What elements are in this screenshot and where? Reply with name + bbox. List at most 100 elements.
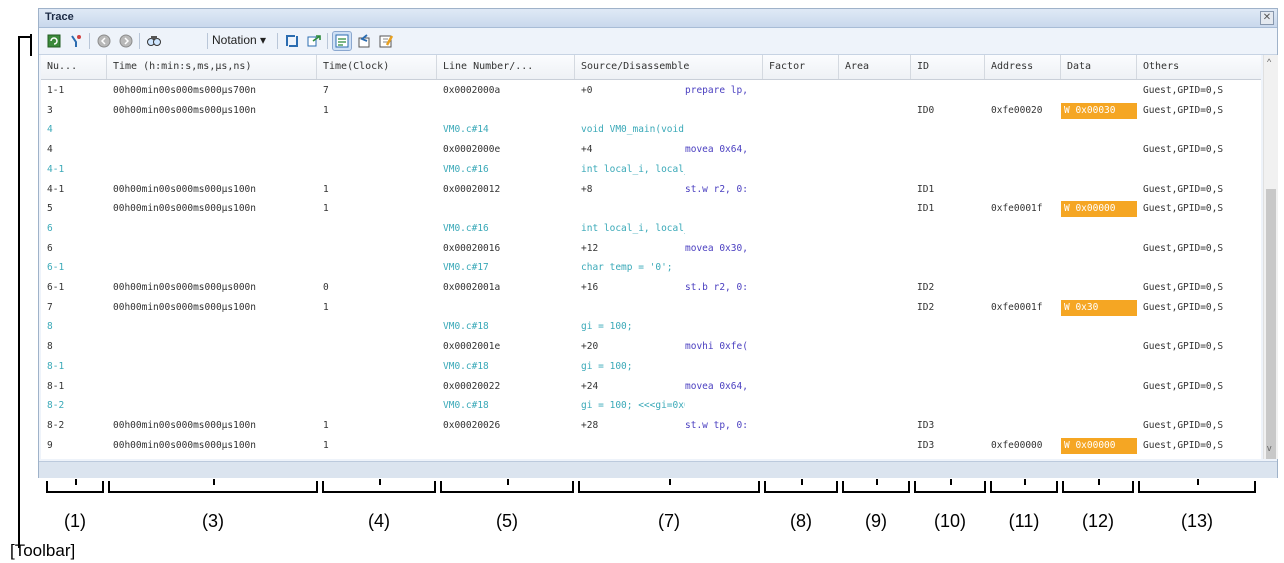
- cell-src: +16: [581, 282, 599, 293]
- column-header[interactable]: Area: [839, 55, 911, 79]
- table-row[interactable]: 8-1 0x00020022 +24 Guest,GPID=0,S movea 0x64…: [41, 379, 1261, 395]
- cell-no: 6-1: [47, 262, 65, 274]
- cell-clock: [317, 142, 437, 158]
- cell-time: [107, 260, 317, 276]
- cell-clock: [317, 241, 437, 257]
- cell-id: [911, 142, 985, 158]
- cell-time: 00h00min00s000ms000µs100n: [113, 419, 256, 431]
- table-row[interactable]: 8-2 00h00min00s000ms000µs100n 1 0x00020026 +…: [41, 418, 1261, 434]
- table-row[interactable]: 6 0x00020016 +12 Guest,GPID=0,S movea 0x30,: [41, 241, 1261, 257]
- scroll-up-icon[interactable]: ^: [1267, 57, 1271, 67]
- cell-addr: [985, 182, 1061, 198]
- column-header[interactable]: Source/Disassemble: [575, 55, 763, 79]
- table-row[interactable]: 4 VM0.c#14 void VM0_main(void): [41, 122, 1261, 138]
- column-annotation-label: (11): [1008, 511, 1040, 531]
- table-row[interactable]: 8-1 VM0.c#18 gi = 100;: [41, 359, 1261, 375]
- cell-data: [1061, 359, 1137, 375]
- table-row[interactable]: 6 VM0.c#16 int local_i, local_j =: [41, 221, 1261, 237]
- cell-addr: [985, 339, 1061, 355]
- cell-others: Guest,GPID=0,S: [1143, 144, 1224, 156]
- table-row[interactable]: 8 VM0.c#18 gi = 100;: [41, 319, 1261, 335]
- column-annotation-label: (13): [1180, 511, 1213, 531]
- table-row[interactable]: 9 00h00min00s000ms000µs100n 1 ID3 0xfe00000 W…: [41, 437, 1261, 454]
- column-annotation-label: (3): [202, 511, 224, 531]
- cell-addr: [985, 162, 1061, 178]
- cell-addr: 0xfe00020: [991, 104, 1043, 116]
- close-icon[interactable]: ✕: [1260, 11, 1274, 25]
- filter-icon[interactable]: [67, 32, 85, 50]
- vertical-scrollbar[interactable]: ^ v: [1263, 55, 1278, 459]
- column-header[interactable]: Time(Clock): [317, 55, 437, 79]
- cell-clock: 1: [323, 419, 329, 431]
- table-row[interactable]: 5 00h00min00s000ms000µs100n 1 ID1 0xfe0001f W…: [41, 201, 1261, 218]
- cell-others: [1137, 398, 1261, 414]
- cell-data: [1061, 241, 1137, 257]
- panel-title: Trace: [45, 11, 74, 23]
- table-row[interactable]: 4-1 00h00min00s000ms000µs100n 1 0x00020012 +…: [41, 182, 1261, 198]
- cell-time: [107, 221, 317, 237]
- cell-line: VM0.c#14: [443, 124, 489, 136]
- cell-clock: [317, 359, 437, 375]
- table-row[interactable]: 4 0x0002000e +4 Guest,GPID=0,S movea 0x64,: [41, 142, 1261, 158]
- table-row[interactable]: 8-2 VM0.c#18 gi = 100; <<<gi=0x0000(: [41, 398, 1261, 414]
- cell-clock: [317, 339, 437, 355]
- cell-id: [911, 122, 985, 138]
- table-row[interactable]: 6-1 00h00min00s000ms000µs000n 0 0x0002001a +…: [41, 280, 1261, 296]
- cell-src: gi = 100;: [581, 321, 633, 333]
- cell-src: +0: [581, 85, 593, 96]
- table-row[interactable]: 4-1 VM0.c#16 int local_i, local_j =: [41, 162, 1261, 178]
- table-row[interactable]: 7 00h00min00s000ms000µs100n 1 ID2 0xfe0001f W…: [41, 299, 1261, 316]
- table-row[interactable]: 6-1 VM0.c#17 char temp = '0';: [41, 260, 1261, 276]
- column-header[interactable]: Data: [1061, 55, 1137, 79]
- refresh-icon[interactable]: [45, 32, 63, 50]
- cell-time: 00h00min00s000ms000µs100n: [113, 203, 256, 215]
- cell-id: [911, 398, 985, 414]
- table-row[interactable]: 1-1 00h00min00s000ms000µs700n 7 0x0002000a +…: [41, 83, 1261, 99]
- column-annotation-label: (1): [64, 511, 86, 531]
- mixed-display-icon[interactable]: [332, 31, 352, 51]
- cell-id: ID3: [917, 439, 935, 451]
- column-header[interactable]: Others: [1137, 55, 1261, 79]
- find-icon[interactable]: [145, 32, 163, 50]
- column-header[interactable]: Line Number/...: [437, 55, 575, 79]
- column-header[interactable]: Address: [985, 55, 1061, 79]
- cell-data: [1061, 398, 1137, 414]
- cell-clock: 1: [323, 439, 329, 451]
- column-annotation-label: (5): [496, 511, 518, 531]
- cell-no: 8: [47, 321, 53, 333]
- column-brace: [764, 479, 838, 493]
- cell-data: [1061, 339, 1137, 355]
- link-icon[interactable]: [305, 32, 323, 50]
- cell-others: [1137, 221, 1261, 237]
- column-header[interactable]: Time (h:min:s,ms,µs,ns): [107, 55, 317, 79]
- sync-icon[interactable]: [283, 32, 301, 50]
- table-row[interactable]: 8 0x0002001e +20 Guest,GPID=0,S movhi 0xfe(: [41, 339, 1261, 355]
- column-brace: [1062, 479, 1134, 493]
- prev-icon[interactable]: [95, 32, 113, 50]
- scroll-thumb[interactable]: [1266, 189, 1276, 459]
- cell-line: 0x0002001e: [443, 341, 501, 353]
- cell-line: [437, 438, 575, 454]
- column-header[interactable]: Nu...: [41, 55, 107, 79]
- next-icon[interactable]: [117, 32, 135, 50]
- column-annotation-label: (4): [368, 511, 390, 531]
- cell-src: [575, 103, 685, 119]
- column-brace: [322, 479, 436, 493]
- column-brace: [440, 479, 574, 493]
- notation-dropdown[interactable]: Notation ▾: [212, 33, 266, 47]
- cell-time: [107, 379, 317, 395]
- table-row[interactable]: 3 00h00min00s000ms000µs100n 1 ID0 0xfe00020 W…: [41, 102, 1261, 119]
- column-annotation-label: (8): [790, 511, 812, 531]
- column-header[interactable]: ID: [911, 55, 985, 79]
- cell-mnemonic: movhi 0xfe(: [685, 341, 748, 353]
- save-icon[interactable]: [377, 32, 395, 50]
- column-header[interactable]: Factor: [763, 55, 839, 79]
- cell-time: [107, 142, 317, 158]
- cell-id: [911, 319, 985, 335]
- jump-icon[interactable]: [355, 32, 373, 50]
- column-brace: [842, 479, 910, 493]
- scroll-down-icon[interactable]: v: [1267, 443, 1272, 453]
- cell-id: [911, 83, 985, 99]
- toolbar-callout-line: [30, 34, 32, 56]
- toolbar-callout-line: [18, 36, 20, 548]
